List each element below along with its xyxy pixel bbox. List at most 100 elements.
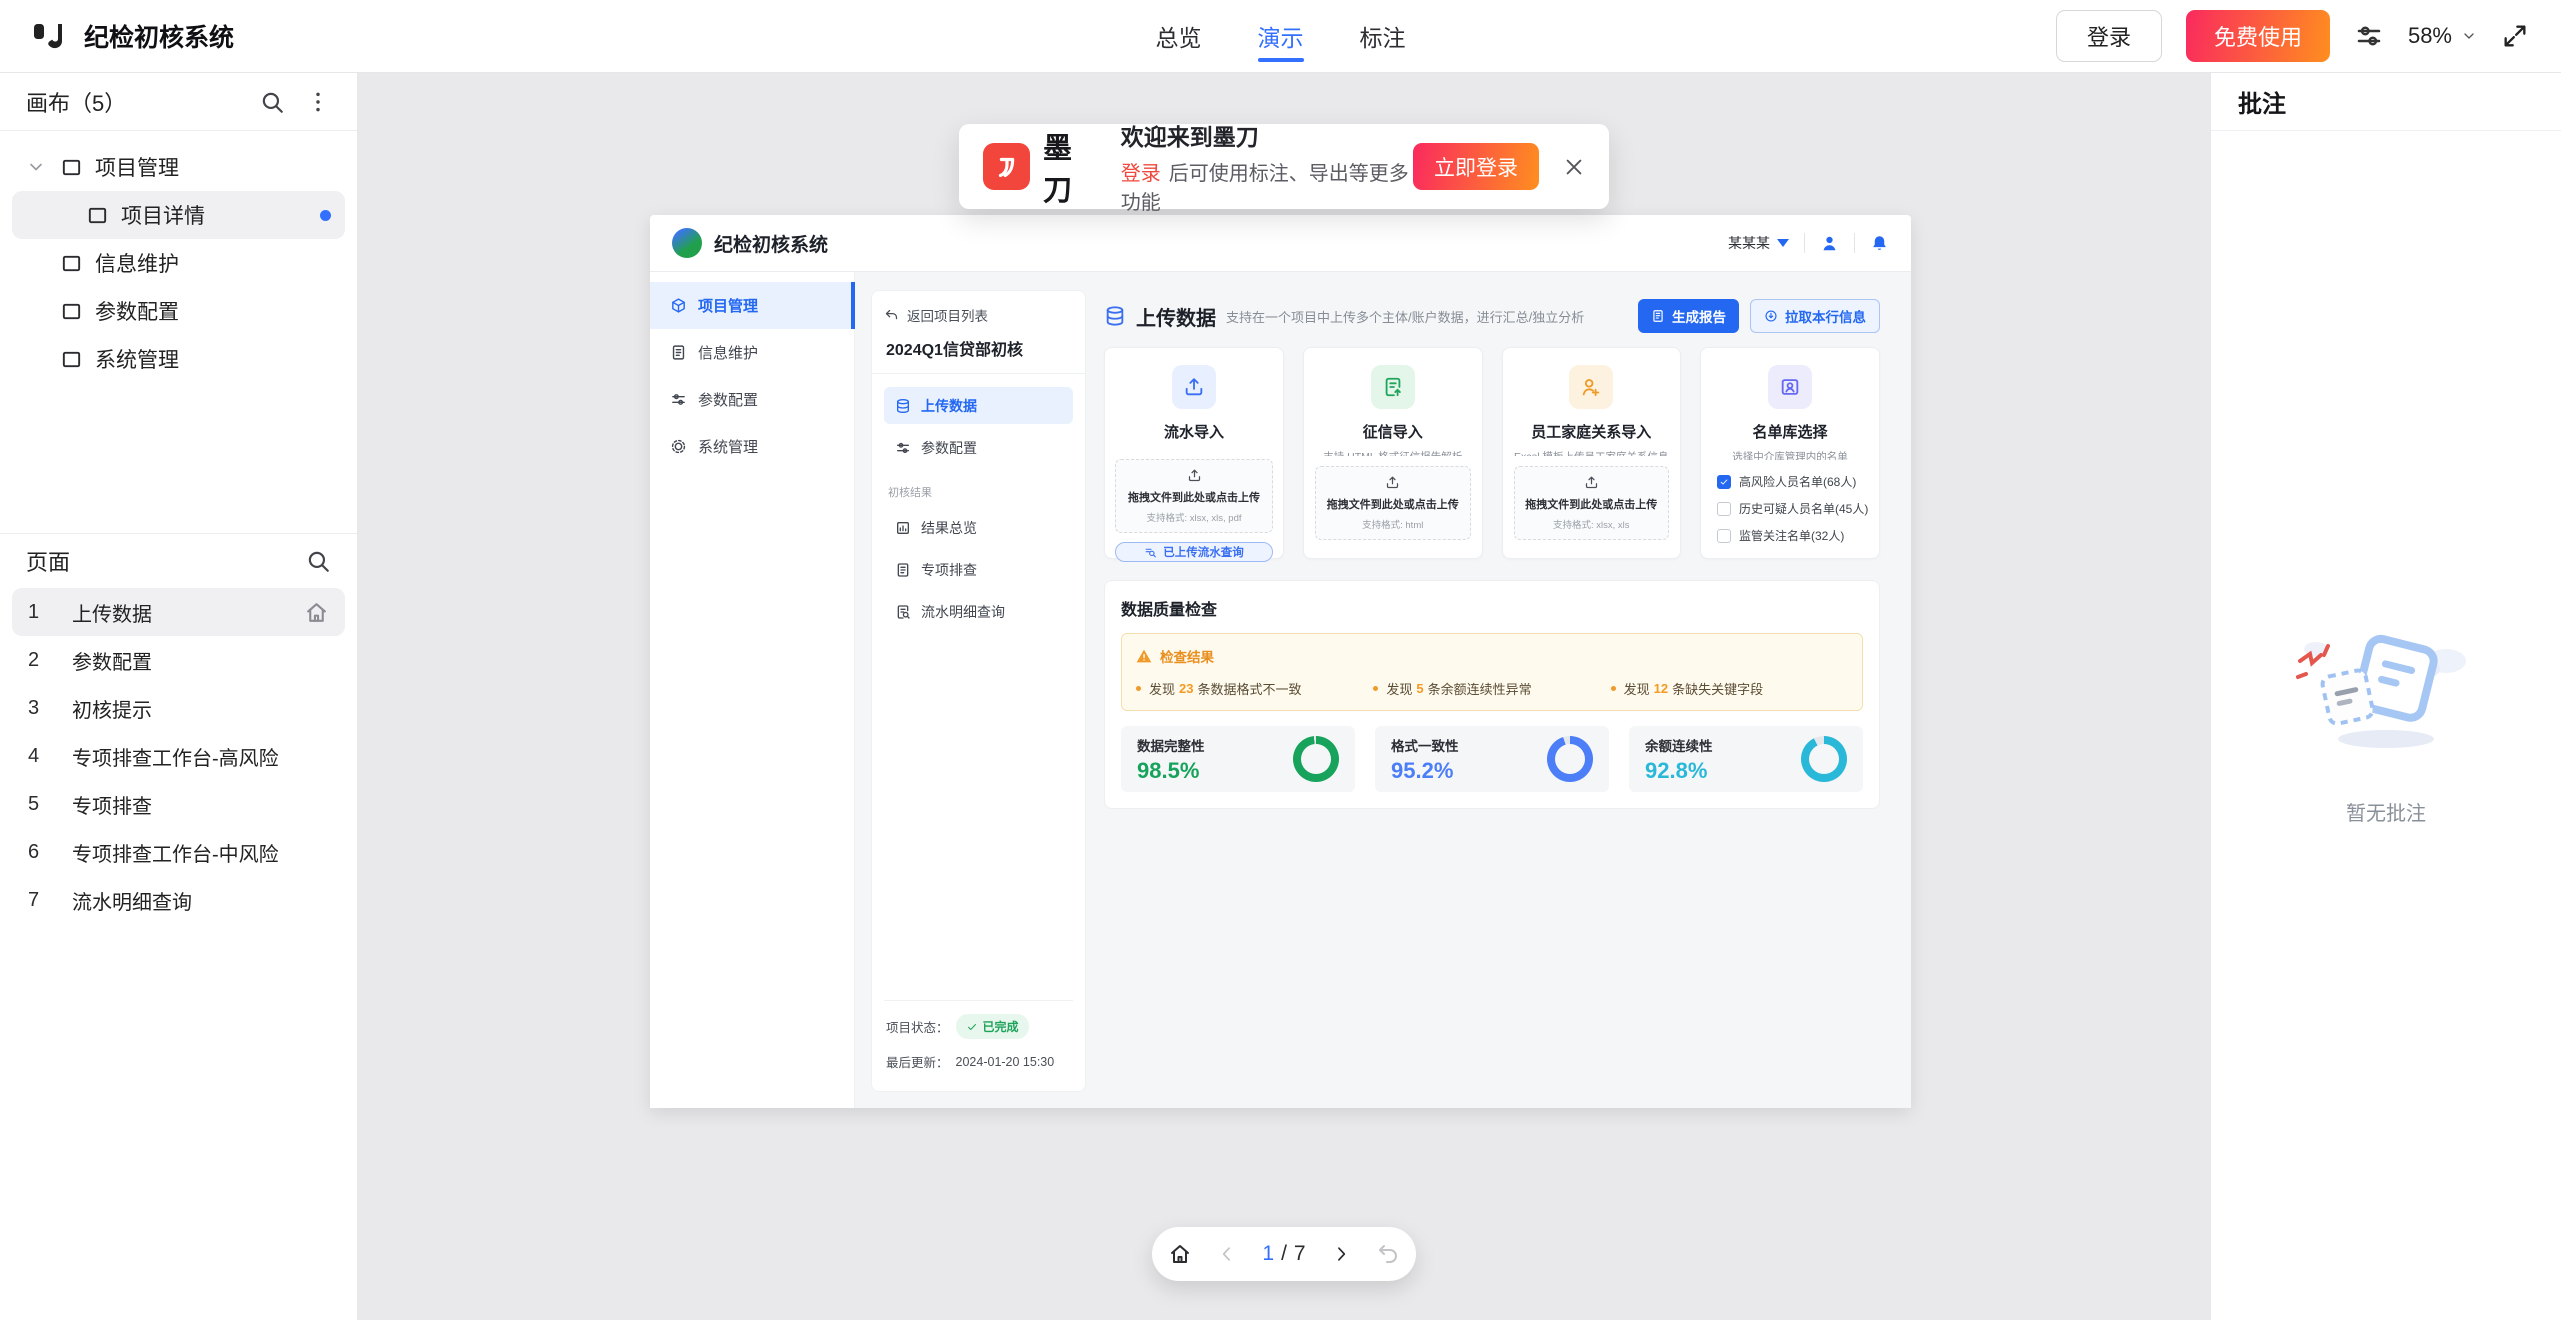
chevron-down-icon	[26, 157, 46, 177]
metric-value: 98.5%	[1137, 758, 1205, 784]
menu-result-overview[interactable]: 结果总览	[884, 509, 1073, 546]
user-icon[interactable]	[1820, 234, 1839, 253]
page-item-5[interactable]: 5 专项排查	[12, 780, 345, 828]
family-dropzone[interactable]: 拖拽文件到此处或点击上传 支持格式: xlsx, xls	[1514, 466, 1670, 540]
alert-title: 检查结果	[1160, 646, 1214, 666]
page-item-6[interactable]: 6 专项排查工作台-中风险	[12, 828, 345, 876]
generate-report-button[interactable]: 生成报告	[1638, 299, 1739, 333]
option-history-suspect[interactable]: 历史可疑人员名单(45人)	[1717, 500, 1863, 517]
design-preview: 纪检初核系统 某某某 项目管理 信息维护	[650, 215, 1911, 1108]
tree-item-info-maintenance[interactable]: 信息维护	[12, 239, 345, 287]
option-checkbox[interactable]	[1717, 502, 1731, 516]
upload-tray-icon	[1584, 475, 1599, 490]
more-kebab-icon[interactable]	[305, 89, 331, 115]
database-icon	[895, 398, 911, 414]
canvas-title: 画布（5）	[26, 86, 126, 118]
system-logo-icon	[672, 228, 702, 258]
page-number: 4	[28, 745, 58, 768]
flow-dropzone[interactable]: 拖拽文件到此处或点击上传 支持格式: xlsx, xls, pdf	[1115, 459, 1273, 533]
restart-button[interactable]	[1376, 1242, 1400, 1266]
menu-flow-detail-query[interactable]: 流水明细查询	[884, 593, 1073, 630]
page-item-7[interactable]: 7 流水明细查询	[12, 876, 345, 924]
updated-value: 2024-01-20 15:30	[956, 1055, 1055, 1069]
nav-label: 项目管理	[698, 295, 758, 316]
tree-item-system-management[interactable]: 系统管理	[12, 335, 345, 383]
finding-balance: 发现 5 条余额连续性异常	[1373, 679, 1610, 698]
login-button[interactable]: 登录	[2056, 10, 2162, 62]
finding-count: 5	[1416, 681, 1423, 696]
upload-data-section: 上传数据 支持在一个项目中上传多个主体/账户数据，进行汇总/独立分析 生成报告 …	[1104, 290, 1880, 1092]
tree-item-label: 项目详情	[121, 200, 205, 230]
nav-param-config[interactable]: 参数配置	[650, 376, 854, 423]
page-item-3[interactable]: 3 初核提示	[12, 684, 345, 732]
home-icon	[1168, 1242, 1192, 1266]
nav-info-maintenance[interactable]: 信息维护	[650, 329, 854, 376]
bell-icon[interactable]	[1870, 234, 1889, 253]
metric-label: 余额连续性	[1645, 735, 1713, 755]
menu-param-config[interactable]: 参数配置	[884, 429, 1073, 466]
project-name: 2024Q1信贷部初核	[886, 336, 1071, 360]
page-label: 专项排查	[72, 790, 152, 819]
tree-item-project-management[interactable]: 项目管理	[12, 143, 345, 191]
settings-sliders-icon[interactable]	[2354, 21, 2384, 51]
data-quality-card: 数据质量检查 检查结果	[1104, 580, 1880, 809]
option-checkbox[interactable]	[1717, 529, 1731, 543]
quality-metrics: 数据完整性 98.5% 格式一致性 95.2%	[1121, 726, 1863, 792]
tree-item-param-config[interactable]: 参数配置	[12, 287, 345, 335]
list-search-icon	[1144, 546, 1157, 559]
login-now-button[interactable]: 立即登录	[1413, 143, 1539, 190]
sliders-icon	[895, 440, 911, 456]
home-icon	[304, 600, 329, 625]
metric-value: 95.2%	[1391, 758, 1459, 784]
home-button[interactable]	[1168, 1242, 1192, 1266]
nav-system-management[interactable]: 系统管理	[650, 423, 854, 470]
tab-annotate[interactable]: 标注	[1360, 0, 1406, 73]
upload-tray-icon	[1385, 475, 1400, 490]
option-high-risk[interactable]: 高风险人员名单(68人)	[1717, 473, 1863, 490]
frame-icon	[60, 156, 83, 179]
option-regulator-watch[interactable]: 监管关注名单(32人)	[1717, 527, 1863, 544]
menu-upload-data[interactable]: 上传数据	[884, 387, 1073, 424]
banner-login-link[interactable]: 登录	[1121, 163, 1161, 185]
credit-dropzone[interactable]: 拖拽文件到此处或点击上传 支持格式: html	[1315, 466, 1471, 540]
pull-bank-info-button[interactable]: 拉取本行信息	[1750, 299, 1880, 333]
total-pages: 7	[1294, 1242, 1306, 1266]
zoom-control[interactable]: 58%	[2408, 23, 2477, 49]
menu-special-check[interactable]: 专项排查	[884, 551, 1073, 588]
page-item-4[interactable]: 4 专项排查工作台-高风险	[12, 732, 345, 780]
menu-label: 流水明细查询	[921, 602, 1005, 622]
empty-annotations-text: 暂无批注	[2346, 797, 2426, 826]
tab-overview[interactable]: 总览	[1156, 0, 1202, 73]
back-to-project-list[interactable]: 返回项目列表	[884, 305, 1073, 325]
finding-format: 发现 23 条数据格式不一致	[1136, 679, 1373, 698]
dropzone-text: 拖拽文件到此处或点击上传	[1327, 496, 1459, 512]
option-label: 高风险人员名单(68人)	[1739, 473, 1856, 490]
frame-icon	[86, 204, 109, 227]
close-icon[interactable]	[1563, 156, 1585, 178]
page-item-1[interactable]: 1 上传数据	[12, 588, 345, 636]
tab-present[interactable]: 演示	[1258, 0, 1304, 73]
user-dropdown[interactable]: 某某某	[1728, 233, 1789, 253]
zoom-level: 58%	[2408, 23, 2452, 49]
page-label: 参数配置	[72, 646, 152, 675]
search-icon[interactable]	[259, 89, 285, 115]
page-number: 6	[28, 841, 58, 864]
option-checkbox[interactable]	[1717, 475, 1731, 489]
page-item-2[interactable]: 2 参数配置	[12, 636, 345, 684]
nav-label: 信息维护	[698, 342, 758, 363]
check-icon	[966, 1021, 978, 1033]
free-use-button[interactable]: 免费使用	[2186, 10, 2330, 62]
next-page-button[interactable]	[1331, 1244, 1351, 1264]
nav-label: 参数配置	[698, 389, 758, 410]
page-label: 专项排查工作台-中风险	[72, 838, 279, 867]
updated-label: 最后更新：	[886, 1052, 949, 1071]
project-panel: 返回项目列表 2024Q1信贷部初核 上传数据 参数配置 初核结果	[871, 290, 1086, 1092]
warning-icon	[1136, 648, 1152, 664]
nav-project-management[interactable]: 项目管理	[650, 282, 854, 329]
tree-item-project-detail[interactable]: 项目详情	[12, 191, 345, 239]
search-icon[interactable]	[305, 548, 331, 574]
fullscreen-icon[interactable]	[2501, 22, 2529, 50]
prev-page-button[interactable]	[1217, 1244, 1237, 1264]
uploaded-flow-query-button[interactable]: 已上传流水查询	[1115, 542, 1273, 562]
pages-title: 页面	[26, 545, 70, 577]
